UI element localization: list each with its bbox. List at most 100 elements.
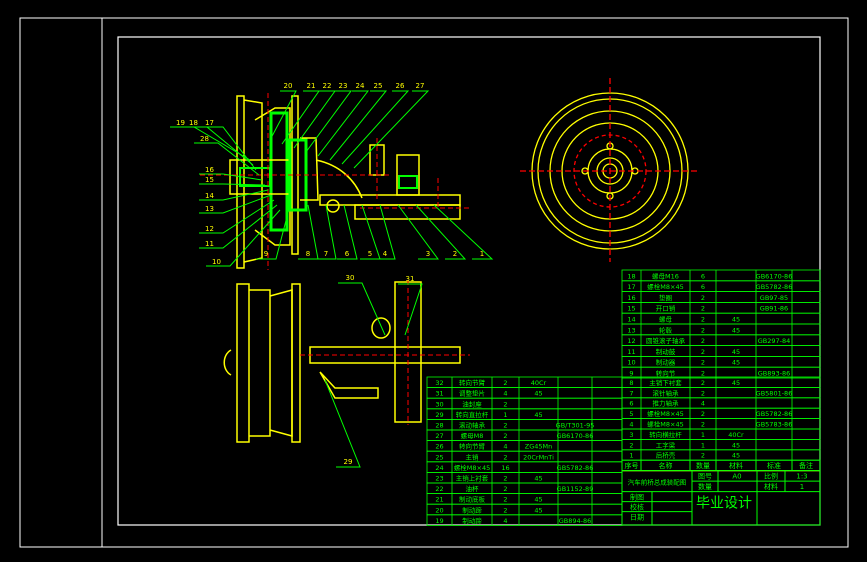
cell-no: 13	[627, 326, 635, 334]
balloon-label: 10	[212, 258, 221, 266]
cell-material: 45	[534, 506, 542, 514]
leader-line	[324, 379, 361, 468]
cell-material: 40Cr	[531, 379, 547, 387]
cell-name: 主销	[466, 452, 480, 461]
project-title: 毕业设计	[696, 496, 752, 512]
leader-lines	[170, 90, 494, 468]
cell-standard: GB6170-86	[756, 272, 793, 280]
cell-material: 45	[732, 316, 740, 324]
cell-standard: GB/T301-95	[556, 422, 595, 430]
parts-row: 3 转向横拉杆 1 40Cr	[621, 428, 821, 440]
leader-line	[329, 90, 388, 161]
cell-no: 10	[627, 359, 635, 367]
parts-row: 28 滚动轴承 2 GB/T301-95	[426, 418, 623, 431]
cell-no: 1	[629, 452, 633, 460]
cell-name: 后桥壳	[656, 451, 676, 460]
cell-no: 32	[435, 379, 443, 387]
drawn-label: 制图	[630, 493, 644, 502]
balloon-label: 23	[339, 82, 348, 90]
cell-name: 螺栓M8×45	[454, 463, 490, 472]
cell-standard: GB6170-86	[557, 432, 594, 440]
cell-name: 制动鼓	[656, 347, 676, 356]
cell-qty: 2	[701, 379, 705, 387]
balloon-label: 7	[324, 250, 328, 258]
cell-qty: 2	[503, 453, 507, 461]
cell-name: 油封座	[462, 399, 482, 408]
cell-name: 螺母	[659, 315, 673, 324]
date-label: 日期	[630, 514, 644, 522]
cell-material: 45	[732, 379, 740, 387]
leader-line	[199, 183, 266, 186]
cell-qty: 6	[701, 272, 705, 280]
parts-row: 9 转向节 2 GB893-86	[621, 366, 821, 379]
cell-no: 5	[629, 410, 633, 418]
cell-name: 轮毂	[659, 325, 673, 334]
cell-qty: 2	[701, 359, 705, 367]
cell-material: 45	[732, 348, 740, 356]
cell-no: 24	[435, 464, 443, 472]
cell-name: 主销下衬套	[649, 378, 682, 387]
cell-name: 滚针轴承	[653, 388, 680, 397]
parts-row: 31 调整垫片 4 45	[426, 387, 623, 399]
parts-row: 18 螺母M16 6 GB6170-86	[621, 269, 821, 282]
balloon-label: 18	[189, 119, 198, 127]
parts-row: 11 制动鼓 2 45	[621, 345, 821, 357]
cell-qty: 2	[701, 410, 705, 418]
cell-name: 转向横拉杆	[649, 430, 682, 439]
leader-line	[353, 90, 430, 169]
cell-no: 12	[627, 337, 635, 345]
cell-qty: 2	[701, 370, 705, 378]
parts-header-row: 序号 名称 数量 材料 标准 备注	[621, 459, 821, 472]
cell-qty: 2	[503, 506, 507, 514]
cell-material: 45	[534, 496, 542, 504]
leader-line	[415, 204, 467, 260]
parts-row: 20 制动蹄 2 45	[426, 503, 623, 516]
balloon-label: 12	[205, 225, 214, 233]
cell-no: 19	[435, 517, 443, 525]
balloon-label: 13	[205, 205, 214, 213]
cell-qty: 2	[701, 337, 705, 345]
drawing-title: 汽车前桥总成装配图	[628, 478, 687, 487]
parts-row: 8 主销下衬套 2 45	[621, 376, 821, 388]
balloon-label: 27	[416, 82, 425, 90]
cell-name: 转向节臂	[459, 442, 486, 451]
cell-no: 30	[435, 400, 443, 408]
cell-qty: 2	[701, 452, 705, 460]
drawing-no: A0	[732, 473, 741, 481]
cad-drawing-canvas: 20 21 22 23 24 25 26 2719 18 1728161514131211109 8…	[19, 17, 849, 548]
cell-name: 制动底板	[459, 495, 486, 504]
balloon-label: 11	[205, 240, 214, 248]
cell-standard: GB97-85	[760, 294, 788, 302]
cell-material: 20CrMnTi	[523, 453, 554, 461]
balloon-label: 16	[205, 166, 214, 174]
parts-row: 1 后桥壳 2 45	[621, 449, 821, 461]
cell-qty: 16	[501, 464, 509, 472]
parts-row: 15 开口销 2 GB91-86	[621, 301, 821, 314]
leader-line	[317, 90, 370, 157]
cell-material: 45	[534, 475, 542, 483]
balloon-label: 17	[205, 119, 214, 127]
cell-standard: GB5782-86	[756, 410, 793, 418]
parts-row: 5 螺栓M8×45 2 GB5782-86	[621, 407, 821, 420]
header-name: 名称	[659, 461, 673, 470]
cell-qty: 6	[701, 283, 705, 291]
cell-material: 45	[732, 441, 740, 449]
cell-standard: GB1152-89	[557, 485, 594, 493]
balloon-label: 3	[426, 250, 430, 258]
cell-no: 11	[627, 348, 635, 356]
cell-qty: 2	[701, 389, 705, 397]
cell-no: 29	[435, 411, 443, 419]
parts-row: 12 圆锥滚子轴承 2 GB297-84	[621, 334, 821, 346]
cell-name: 螺母M8	[461, 431, 484, 440]
header-standard: 标准	[767, 461, 781, 470]
cell-qty: 4	[503, 517, 507, 525]
parts-row: 2 工字梁 1 45	[621, 438, 821, 451]
balloon-label: 5	[368, 250, 372, 258]
balloon-label: 20	[284, 82, 293, 90]
cell-no: 7	[629, 389, 633, 397]
cell-name: 主销上衬套	[456, 474, 489, 483]
parts-row: 23 主销上衬套 2 45	[426, 471, 623, 484]
balloon-label: 15	[205, 176, 214, 184]
cell-no: 4	[629, 421, 633, 429]
cell-qty: 2	[503, 400, 507, 408]
